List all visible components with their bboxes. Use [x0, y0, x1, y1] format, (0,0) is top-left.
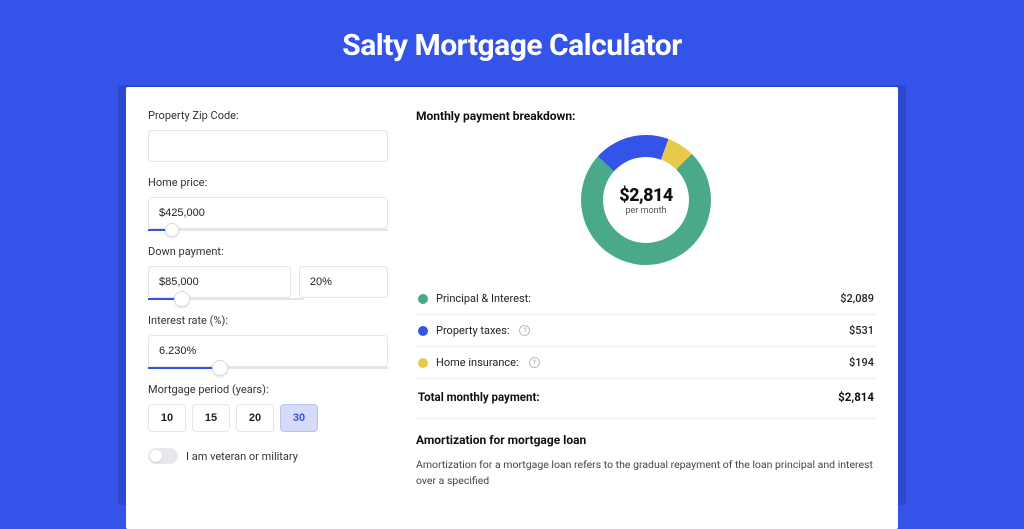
- amortization-title: Amortization for mortgage loan: [416, 433, 876, 447]
- down-payment-field: Down payment:: [148, 245, 388, 300]
- dot-icon: [418, 358, 428, 368]
- legend-value: $194: [849, 356, 874, 369]
- veteran-row: I am veteran or military: [148, 448, 388, 464]
- veteran-label: I am veteran or military: [186, 450, 298, 463]
- down-payment-amount-input[interactable]: [148, 266, 291, 298]
- interest-slider-fill: [148, 367, 220, 369]
- legend-label: Principal & Interest:: [436, 292, 531, 305]
- donut-chart: $2,814 per month: [581, 135, 711, 265]
- down-payment-percent-input[interactable]: [299, 266, 388, 298]
- zip-input[interactable]: [148, 130, 388, 162]
- legend-row-taxes: Property taxes: ? $531: [416, 315, 876, 346]
- veteran-toggle-knob: [150, 450, 162, 462]
- donut-sub: per month: [625, 206, 666, 216]
- total-value: $2,814: [838, 390, 874, 404]
- interest-label: Interest rate (%):: [148, 314, 388, 327]
- home-price-slider[interactable]: [148, 229, 388, 231]
- legend-label: Home insurance:: [436, 356, 519, 369]
- period-option-30[interactable]: 30: [280, 404, 318, 432]
- legend-row-principal: Principal & Interest: $2,089: [416, 283, 876, 314]
- period-label: Mortgage period (years):: [148, 383, 388, 396]
- home-price-label: Home price:: [148, 176, 388, 189]
- page-title: Salty Mortgage Calculator: [0, 0, 1024, 85]
- interest-slider-thumb[interactable]: [212, 360, 228, 376]
- info-icon[interactable]: ?: [519, 325, 530, 336]
- zip-field: Property Zip Code:: [148, 109, 388, 162]
- down-payment-slider[interactable]: [148, 298, 304, 300]
- donut-center: $2,814 per month: [603, 157, 689, 243]
- section-divider: [416, 418, 876, 419]
- interest-input[interactable]: [148, 335, 388, 367]
- dot-icon: [418, 294, 428, 304]
- total-row: Total monthly payment: $2,814: [416, 379, 876, 418]
- inputs-column: Property Zip Code: Home price: Down paym…: [148, 109, 388, 489]
- period-option-20[interactable]: 20: [236, 404, 274, 432]
- legend-row-insurance: Home insurance: ? $194: [416, 347, 876, 378]
- down-payment-slider-thumb[interactable]: [174, 291, 190, 307]
- legend-value: $531: [849, 324, 874, 337]
- home-price-slider-thumb[interactable]: [165, 223, 179, 237]
- home-price-field: Home price:: [148, 176, 388, 231]
- amortization-text: Amortization for a mortgage loan refers …: [416, 457, 876, 489]
- breakdown-title: Monthly payment breakdown:: [416, 109, 876, 123]
- down-payment-label: Down payment:: [148, 245, 388, 258]
- info-icon[interactable]: ?: [529, 357, 540, 368]
- period-options: 10 15 20 30: [148, 404, 388, 432]
- total-label: Total monthly payment:: [418, 390, 540, 404]
- donut-chart-wrap: $2,814 per month: [416, 135, 876, 265]
- interest-field: Interest rate (%):: [148, 314, 388, 369]
- legend-label: Property taxes:: [436, 324, 509, 337]
- veteran-toggle[interactable]: [148, 448, 178, 464]
- calculator-card: Property Zip Code: Home price: Down paym…: [126, 87, 898, 529]
- zip-label: Property Zip Code:: [148, 109, 388, 122]
- breakdown-column: Monthly payment breakdown: $2,814 per mo…: [416, 109, 876, 489]
- dot-icon: [418, 326, 428, 336]
- donut-amount: $2,814: [619, 185, 673, 206]
- period-option-10[interactable]: 10: [148, 404, 186, 432]
- period-option-15[interactable]: 15: [192, 404, 230, 432]
- period-field: Mortgage period (years): 10 15 20 30: [148, 383, 388, 432]
- legend-value: $2,089: [840, 292, 874, 305]
- home-price-input[interactable]: [148, 197, 388, 229]
- interest-slider[interactable]: [148, 367, 388, 369]
